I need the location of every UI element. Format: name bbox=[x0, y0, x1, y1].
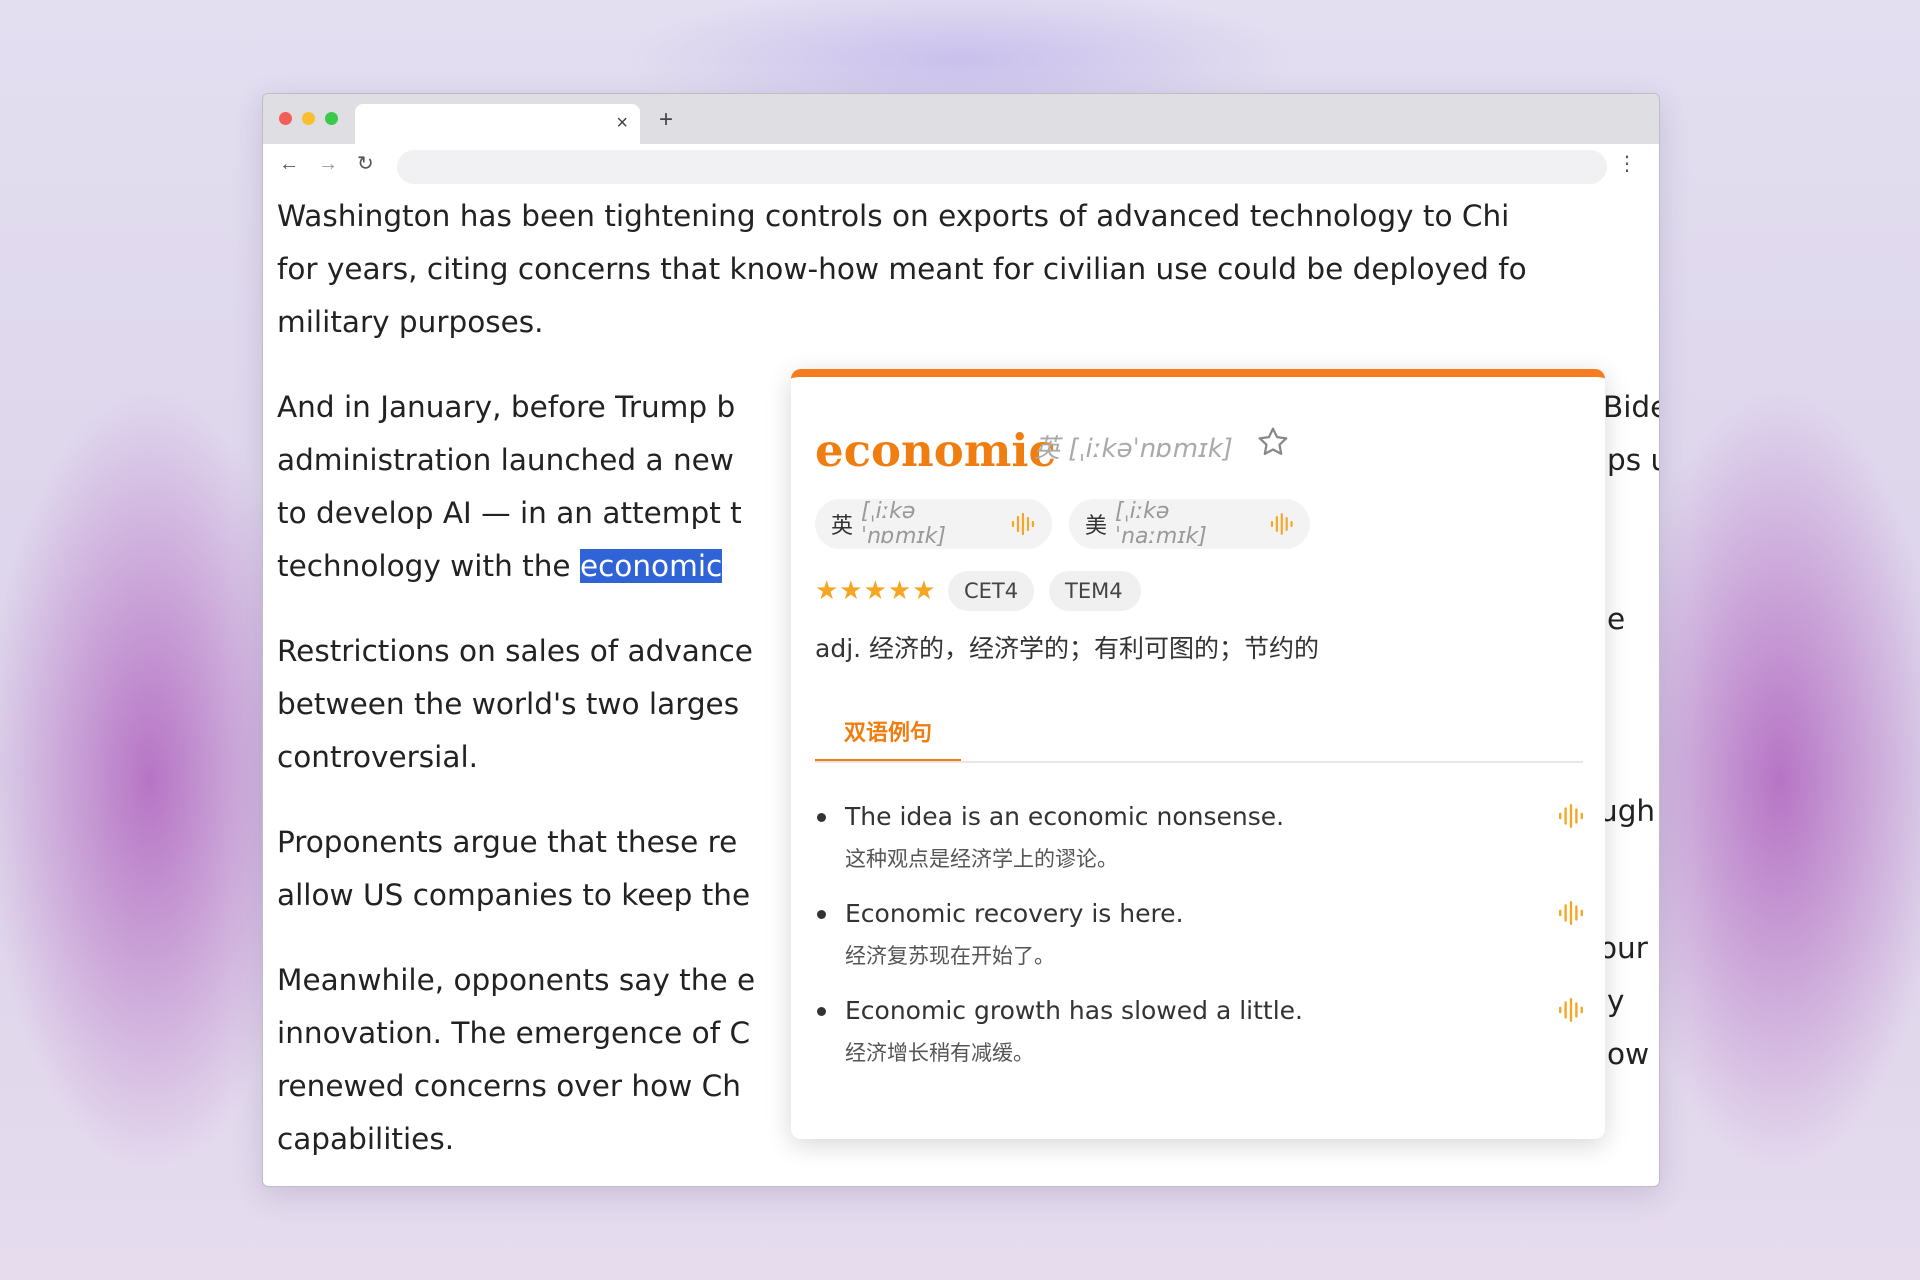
article-fragment: Bide bbox=[1603, 390, 1659, 424]
selected-word[interactable]: economic bbox=[579, 549, 723, 583]
head-phonetic: 英 [ˌiːkəˈnɒmɪk] bbox=[1034, 434, 1233, 464]
article-line: Proponents argue that these re bbox=[277, 825, 738, 859]
close-tab-icon[interactable]: × bbox=[616, 110, 628, 136]
minimize-window-button[interactable] bbox=[302, 112, 315, 125]
audio-wave-icon[interactable] bbox=[1269, 512, 1295, 536]
frequency-stars: ★★★★★ bbox=[815, 576, 937, 606]
us-phonetic: [ˌiːkəˈnaːmɪk] bbox=[1115, 499, 1207, 549]
article-fragment: ps u bbox=[1607, 443, 1659, 477]
tab-bilingual-examples[interactable]: 双语例句 bbox=[815, 715, 961, 763]
example-english: Economic recovery is here. bbox=[845, 899, 1184, 928]
article-line: between the world's two larges bbox=[277, 687, 740, 721]
example-chinese: 经济增长稍有减缓。 bbox=[845, 1041, 1034, 1065]
menu-dots-icon[interactable]: ⋮ bbox=[1617, 152, 1637, 176]
maximize-window-button[interactable] bbox=[325, 112, 338, 125]
article-line: Washington has been tightening controls … bbox=[277, 199, 1510, 233]
article-fragment: ow bbox=[1607, 1037, 1650, 1071]
example-list: The idea is an economic nonsense. 这种观点是经… bbox=[815, 797, 1585, 1088]
article-line: for years, citing concerns that know-how… bbox=[277, 252, 1527, 286]
article-line: renewed concerns over how Ch bbox=[277, 1069, 741, 1103]
audio-wave-icon[interactable] bbox=[1557, 803, 1585, 829]
article-line: Restrictions on sales of advance bbox=[277, 634, 753, 668]
reload-icon[interactable]: ↻ bbox=[357, 152, 374, 176]
uk-phonetic: [ˌiːkəˈnɒmɪk] bbox=[861, 499, 946, 549]
article-paragraph: Washington has been tightening controls … bbox=[277, 190, 1659, 349]
article-fragment: y bbox=[1607, 984, 1625, 1018]
new-tab-button[interactable]: + bbox=[659, 106, 673, 134]
audio-wave-icon[interactable] bbox=[1557, 900, 1585, 926]
example-chinese: 这种观点是经济学上的谬论。 bbox=[845, 847, 1118, 871]
article-line: Meanwhile, opponents say the e bbox=[277, 963, 756, 997]
article-fragment: e bbox=[1607, 602, 1626, 636]
example-item: Economic growth has slowed a little. 经济增… bbox=[815, 991, 1585, 1088]
example-chinese: 经济复苏现在开始了。 bbox=[845, 944, 1055, 968]
audio-wave-icon[interactable] bbox=[1557, 997, 1585, 1023]
browser-tab[interactable]: × bbox=[355, 104, 640, 144]
close-window-button[interactable] bbox=[279, 112, 292, 125]
article-line: And in January, before Trump b bbox=[277, 390, 736, 424]
bullet bbox=[817, 910, 826, 919]
example-item: Economic recovery is here. 经济复苏现在开始了。 bbox=[815, 894, 1585, 991]
star-outline-icon[interactable] bbox=[1256, 425, 1290, 459]
dictionary-popup: economic 英 [ˌiːkəˈnɒmɪk] 英 [ˌiːkəˈnɒmɪk]… bbox=[791, 369, 1605, 1139]
example-english: The idea is an economic nonsense. bbox=[845, 802, 1285, 831]
bullet bbox=[817, 1007, 826, 1016]
back-arrow-icon[interactable]: ← bbox=[279, 152, 299, 176]
article-line: administration launched a new bbox=[277, 443, 734, 477]
tag-cet4: CET4 bbox=[948, 571, 1034, 611]
example-item: The idea is an economic nonsense. 这种观点是经… bbox=[815, 797, 1585, 894]
bullet bbox=[817, 813, 826, 822]
example-english: Economic growth has slowed a little. bbox=[845, 996, 1303, 1025]
us-pronunciation[interactable]: 美 [ˌiːkəˈnaːmɪk] bbox=[1069, 499, 1310, 549]
article-line: capabilities. bbox=[277, 1122, 455, 1156]
title-bar: × + bbox=[263, 94, 1659, 144]
tab-divider bbox=[815, 761, 1583, 763]
article-line: controversial. bbox=[277, 740, 479, 774]
article-line: innovation. The emergence of C bbox=[277, 1016, 751, 1050]
uk-label: 英 bbox=[831, 514, 854, 539]
article-line: military purposes. bbox=[277, 305, 544, 339]
headword: economic bbox=[815, 424, 1056, 477]
article-line: allow US companies to keep the bbox=[277, 878, 751, 912]
us-label: 美 bbox=[1085, 514, 1108, 539]
uk-pronunciation[interactable]: 英 [ˌiːkəˈnɒmɪk] bbox=[815, 499, 1052, 549]
toolbar: ← → ↻ ⋮ bbox=[263, 144, 1659, 190]
article-line: technology with the bbox=[277, 549, 580, 583]
forward-arrow-icon[interactable]: → bbox=[318, 152, 338, 176]
audio-wave-icon[interactable] bbox=[1010, 512, 1036, 536]
definition: adj. 经济的，经济学的；有利可图的；节约的 bbox=[815, 634, 1320, 663]
article-fragment: ugh bbox=[1599, 794, 1656, 828]
address-bar[interactable] bbox=[397, 150, 1607, 184]
article-line: to develop AI — in an attempt t bbox=[277, 496, 742, 530]
tag-tem4: TEM4 bbox=[1049, 571, 1141, 611]
article-fragment: our bbox=[1599, 931, 1648, 965]
